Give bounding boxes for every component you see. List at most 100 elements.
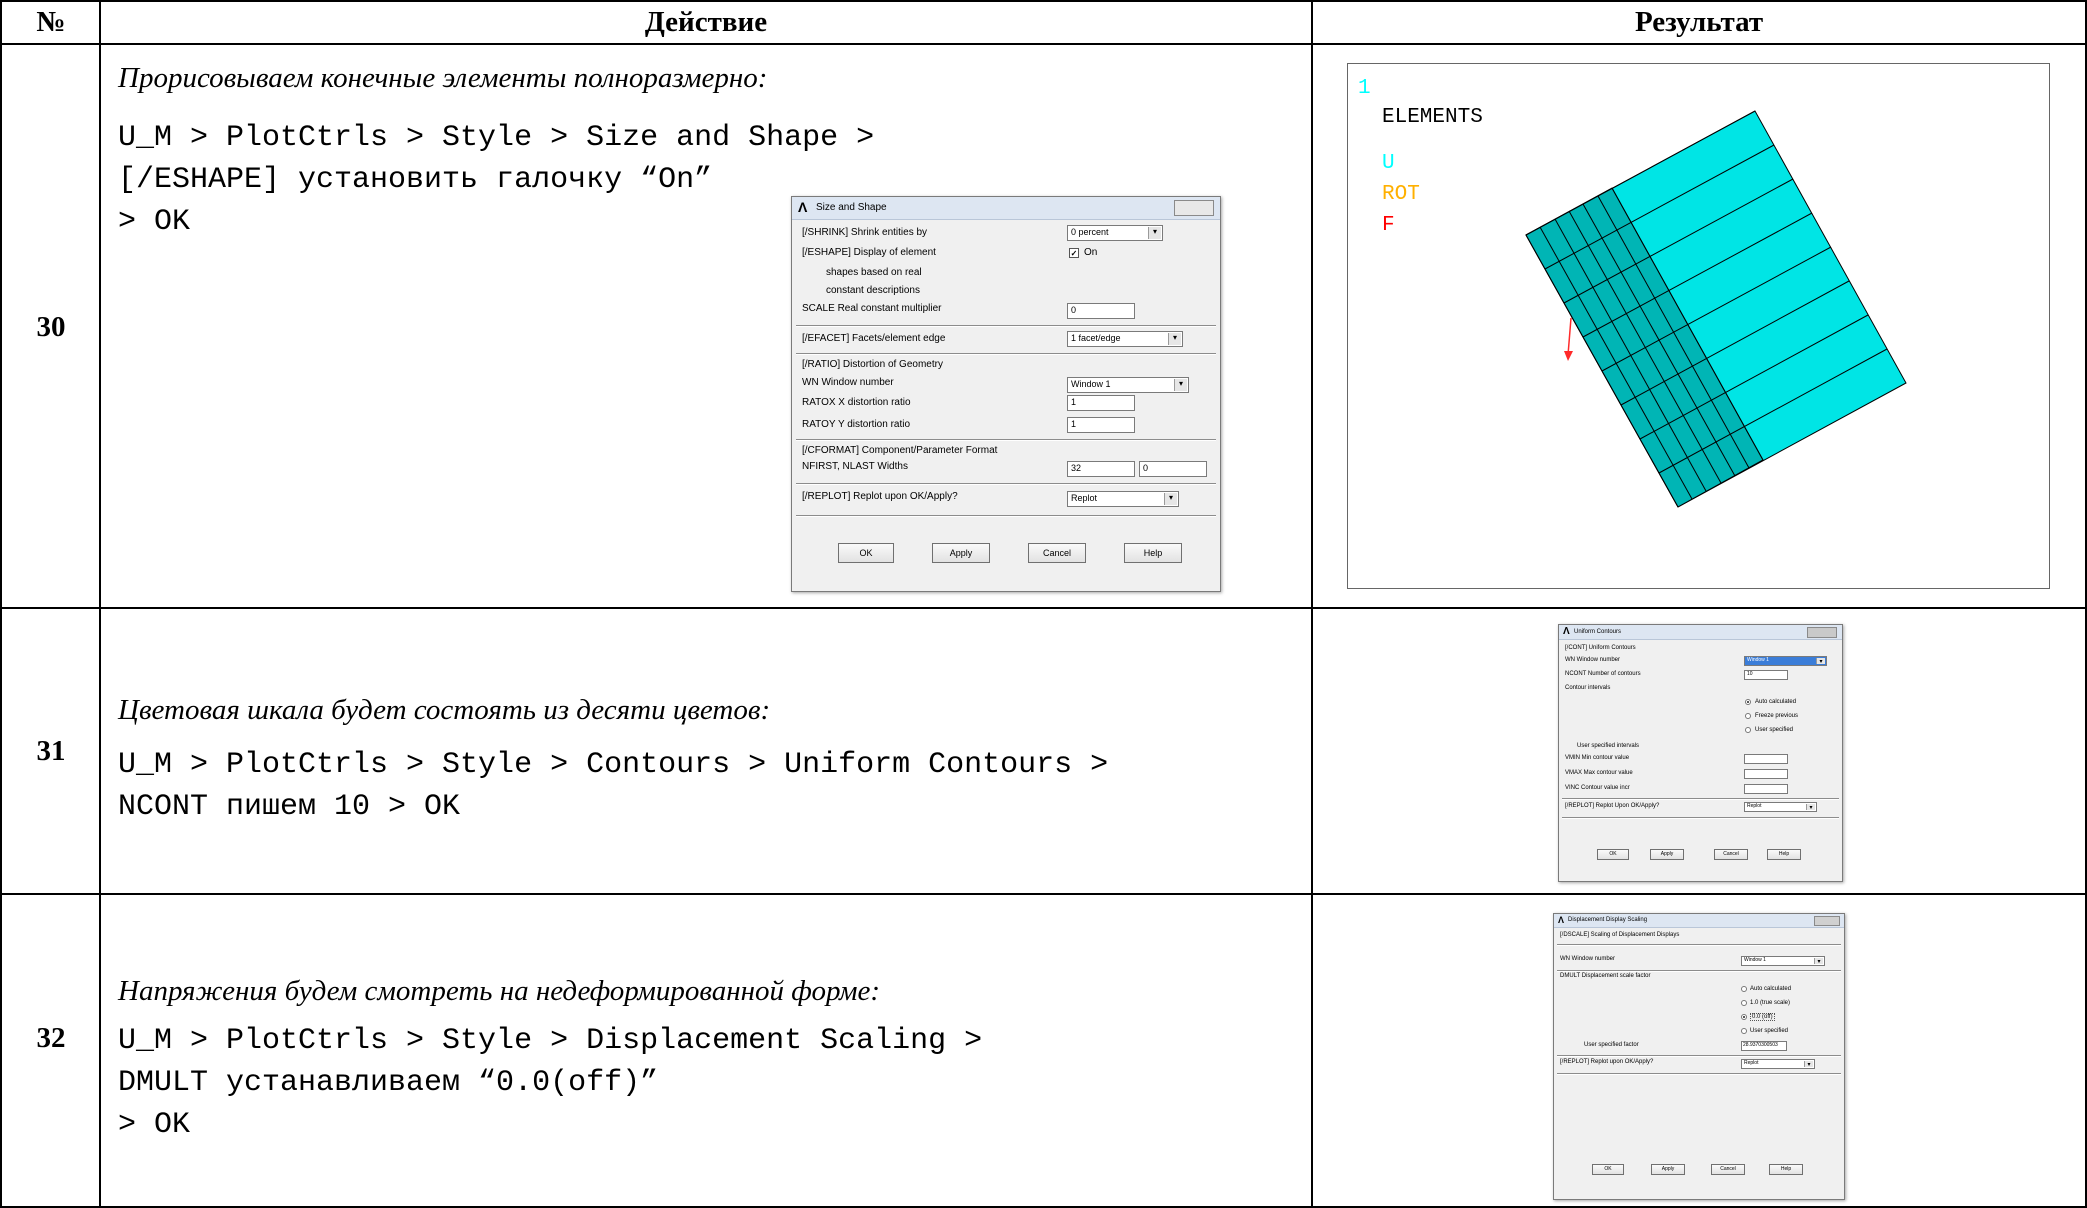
option-label: User specified <box>1755 727 1794 733</box>
apply-button[interactable]: Apply <box>1650 849 1684 860</box>
uniform-contours-dialog: Λ Uniform Contours [/CONT] Uniform Conto… <box>1558 624 1843 882</box>
eshape-sub2: constant descriptions <box>826 285 920 296</box>
nfirst-label: NFIRST, NLAST Widths <box>802 461 908 472</box>
vinc-input[interactable] <box>1744 784 1788 794</box>
scale-input[interactable]: 0 <box>1067 303 1135 319</box>
force-arrow-icon <box>1567 317 1572 356</box>
arrowhead-icon <box>1564 351 1573 361</box>
command-line: DMULT устанавливаем “0.0(off)” <box>118 1066 659 1100</box>
ansys-logo-icon: Λ <box>798 199 808 215</box>
divider <box>796 353 1216 355</box>
nfirst-input[interactable]: 32 <box>1067 461 1135 477</box>
wn-select[interactable]: Window 1 ▾ <box>1067 377 1189 393</box>
radio-true-scale[interactable] <box>1741 1000 1747 1006</box>
radio-user[interactable] <box>1745 727 1751 733</box>
dialog-titlebar: Λ Size and Shape <box>792 197 1220 220</box>
divider <box>1562 798 1839 800</box>
vmin-input[interactable] <box>1744 754 1788 764</box>
divider <box>1557 970 1841 972</box>
close-button[interactable] <box>1807 627 1837 638</box>
user-factor-label: User specified factor <box>1584 1042 1639 1048</box>
cancel-button[interactable]: Cancel <box>1711 1164 1745 1175</box>
ansys-logo-icon: Λ <box>1558 915 1565 925</box>
cancel-button[interactable]: Cancel <box>1028 543 1086 563</box>
cformat-label: [/CFORMAT] Component/Parameter Format <box>802 445 998 456</box>
row-divider-31 <box>0 893 2087 895</box>
ratiox-input[interactable]: 1 <box>1067 395 1135 411</box>
option-label: Auto calculated <box>1755 699 1797 705</box>
dialog-titlebar: Λ Displacement Display Scaling <box>1554 914 1844 928</box>
help-button[interactable]: Help <box>1769 1164 1803 1175</box>
cont-section: [/CONT] Uniform Contours <box>1565 645 1636 651</box>
intervals-label: Contour intervals <box>1565 685 1611 691</box>
graphics-window: 1 ELEMENTS U ROT F <box>1347 63 2050 589</box>
close-button[interactable] <box>1174 200 1214 216</box>
efacet-select[interactable]: 1 facet/edge ▾ <box>1067 331 1183 347</box>
replot-select[interactable]: Replot ▾ <box>1744 802 1817 812</box>
header-action: Действие <box>644 6 768 38</box>
divider <box>1562 817 1839 819</box>
divider <box>1557 1073 1841 1075</box>
radio-auto[interactable] <box>1741 986 1747 992</box>
option-label: 1.0 (true scale) <box>1750 1000 1791 1006</box>
wn-select[interactable]: Window 1 ▾ <box>1741 956 1825 966</box>
ansys-logo-icon: Λ <box>1563 626 1570 637</box>
ratioy-input[interactable]: 1 <box>1067 417 1135 433</box>
command-line: U_M > PlotCtrls > Style > Displacement S… <box>118 1024 983 1058</box>
close-button[interactable] <box>1814 916 1840 926</box>
action-title: Прорисовываем конечные элементы полнораз… <box>118 62 768 94</box>
user-factor-input[interactable]: 28.9370300503 <box>1741 1041 1787 1051</box>
apply-button[interactable]: Apply <box>932 543 990 563</box>
ncont-label: NCONT Number of contours <box>1565 671 1641 677</box>
efacet-value: 1 facet/edge <box>1071 333 1121 343</box>
divider <box>1557 944 1841 946</box>
shrink-select[interactable]: 0 percent ▾ <box>1067 225 1163 241</box>
divider <box>796 515 1216 517</box>
option-label: 0.0 (off) <box>1750 1013 1775 1021</box>
divider <box>796 439 1216 441</box>
ratiox-label: RATOX X distortion ratio <box>802 397 911 408</box>
row-number: 32 <box>36 1022 66 1054</box>
replot-select[interactable]: Replot ▾ <box>1067 491 1179 507</box>
wn-select[interactable]: Window 1 ▾ <box>1744 656 1827 666</box>
nlast-input[interactable]: 0 <box>1139 461 1207 477</box>
size-and-shape-dialog: Λ Size and Shape [/SHRINK] Shrink entiti… <box>791 196 1221 592</box>
vmax-input[interactable] <box>1744 769 1788 779</box>
shrink-label: [/SHRINK] Shrink entities by <box>802 227 928 238</box>
wn-value: Window 1 <box>1747 657 1769 663</box>
option-label: Auto calculated <box>1750 986 1792 992</box>
help-button[interactable]: Help <box>1767 849 1801 860</box>
chevron-down-icon: ▾ <box>1164 493 1177 505</box>
apply-button[interactable]: Apply <box>1651 1164 1685 1175</box>
replot-select[interactable]: Replot ▾ <box>1741 1059 1815 1069</box>
ok-button[interactable]: OK <box>838 543 894 563</box>
radio-off[interactable] <box>1741 1014 1747 1020</box>
command-line: U_M > PlotCtrls > Style > Contours > Uni… <box>118 748 1109 782</box>
wn-label: WN Window number <box>1565 657 1621 663</box>
wn-label: WN Window number <box>1560 956 1616 962</box>
divider <box>796 325 1216 327</box>
help-button[interactable]: Help <box>1124 543 1182 563</box>
wn-value: Window 1 <box>1744 957 1766 963</box>
action-title: Цветовая шкала будет состоять из десяти … <box>118 694 771 726</box>
ok-button[interactable]: OK <box>1592 1164 1624 1175</box>
dscale-section: [/DSCALE] Scaling of Displacement Displa… <box>1560 932 1680 938</box>
replot-value: Replot <box>1744 1060 1759 1066</box>
radio-freeze[interactable] <box>1745 713 1751 719</box>
ok-button[interactable]: OK <box>1597 849 1629 860</box>
header-divider <box>0 43 2087 45</box>
user-intervals-label: User specified intervals <box>1577 743 1640 749</box>
chevron-down-icon: ▾ <box>1168 333 1181 345</box>
element-mesh <box>1525 110 1907 508</box>
vinc-label: VINC Contour value incr <box>1565 785 1630 791</box>
ncont-input[interactable]: 10 <box>1744 670 1788 680</box>
radio-user[interactable] <box>1741 1028 1747 1034</box>
eshape-checkbox[interactable]: ✓ <box>1069 248 1079 258</box>
cancel-button[interactable]: Cancel <box>1714 849 1748 860</box>
replot-label: [/REPLOT] Replot upon OK/Apply? <box>1560 1059 1654 1065</box>
scale-label: SCALE Real constant multiplier <box>802 303 942 314</box>
eshape-value: On <box>1084 247 1098 258</box>
command-line: [/ESHAPE] установить галочку “On” <box>118 163 713 197</box>
chevron-down-icon: ▾ <box>1806 804 1815 811</box>
radio-auto[interactable] <box>1745 699 1751 705</box>
